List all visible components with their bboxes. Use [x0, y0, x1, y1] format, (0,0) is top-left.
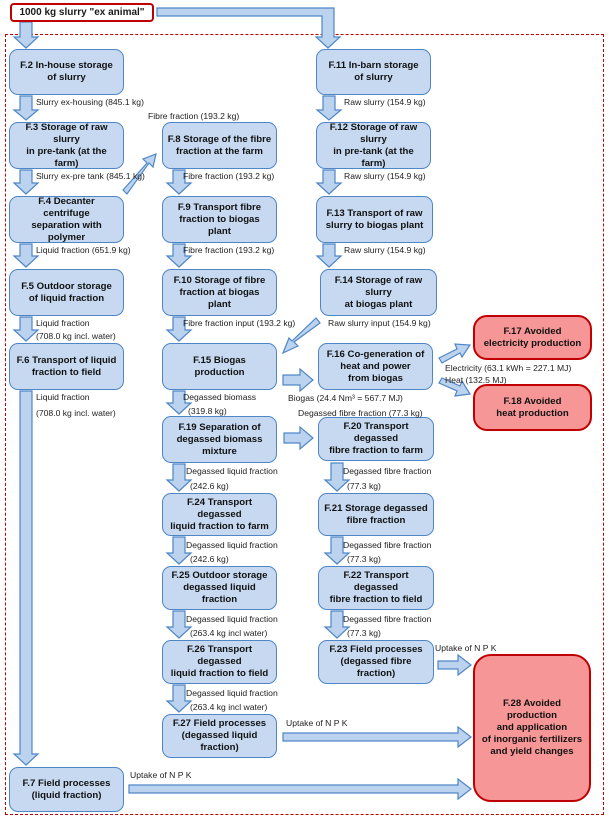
node-f20[interactable]: F.20 Transport degassed fibre fraction t… [318, 417, 434, 461]
flow-label: (319.8 kg) [188, 406, 227, 416]
flow-label: Degassed liquid fraction [186, 540, 278, 550]
arrow-f7-f28 [128, 777, 472, 801]
flow-label: Raw slurry (154.9 kg) [344, 97, 426, 107]
flow-label: Liquid fraction [36, 318, 90, 328]
node-f26[interactable]: F.26 Transport degassed liquid fraction … [162, 640, 277, 684]
flow-label: Uptake of N P K [435, 643, 497, 653]
arrow-f15-f16 [282, 367, 314, 393]
flow-label: Degassed fibre fraction [343, 540, 432, 550]
node-f15[interactable]: F.15 Biogas production [162, 343, 277, 390]
node-f25[interactable]: F.25 Outdoor storage degassed liquid fra… [162, 566, 277, 610]
node-f9[interactable]: F.9 Transport fibre fraction to biogas p… [162, 196, 277, 243]
flow-label: Fibre fraction (193.2 kg) [183, 245, 275, 255]
arrow-f13-f14 [315, 243, 343, 268]
flow-label: Fibre fraction (193.2 kg) [183, 171, 275, 181]
flow-label: Slurry ex-housing (845.1 kg) [36, 97, 144, 107]
node-f22[interactable]: F.22 Transport degassed fibre fraction t… [318, 566, 434, 610]
arrow-f2-f3 [12, 95, 40, 121]
node-f28[interactable]: F.28 Avoided production and application … [473, 654, 591, 802]
flow-label: (708.0 kg incl. water) [36, 408, 116, 418]
arrow-f3-f4 [12, 169, 40, 195]
flow-label: Raw slurry input (154.9 kg) [328, 318, 431, 328]
node-f14[interactable]: F.14 Storage of raw slurry at biogas pla… [320, 269, 437, 316]
node-f11[interactable]: F.11 In-barn storage of slurry [316, 49, 431, 95]
flow-label: (708.0 kg incl. water) [36, 331, 116, 341]
node-f24[interactable]: F.24 Transport degassed liquid fraction … [162, 493, 277, 536]
node-f17[interactable]: F.17 Avoided electricity production [473, 315, 592, 360]
node-f4[interactable]: F.4 Decanter centrifuge separation with … [9, 196, 124, 243]
node-f8[interactable]: F.8 Storage of the fibre fraction at the… [162, 122, 277, 169]
flow-label: (263.4 kg incl water) [190, 702, 268, 712]
node-f16[interactable]: F.16 Co-generation of heat and power fro… [318, 343, 433, 390]
arrow-f12-f13 [315, 169, 343, 195]
flow-label: Liquid fraction [36, 392, 90, 402]
arrow-f27-f28 [282, 725, 472, 749]
arrow-f6-f7 [12, 390, 40, 766]
flow-label: Raw slurry (154.9 kg) [344, 245, 426, 255]
flow-label: Degassed biomass [183, 392, 257, 402]
flow-label: Fibre fraction (193.2 kg) [148, 111, 240, 121]
node-f5[interactable]: F.5 Outdoor storage of liquid fraction [9, 269, 124, 316]
node-f21[interactable]: F.21 Storage degassed fibre fraction [318, 493, 434, 536]
node-f19[interactable]: F.19 Separation of degassed biomass mixt… [162, 416, 277, 463]
arrow-f16-f17 [438, 343, 472, 364]
node-f23[interactable]: F.23 Field processes (degassed fibre fra… [318, 640, 434, 684]
flow-label: (242.6 kg) [190, 554, 229, 564]
flow-label: (77.3 kg) [347, 628, 381, 638]
node-f7[interactable]: F.7 Field processes (liquid fraction) [9, 767, 124, 812]
arrow-start-f11 [156, 7, 342, 49]
node-f10[interactable]: F.10 Storage of fibre fraction at biogas… [162, 269, 277, 316]
node-f18[interactable]: F.18 Avoided heat production [473, 384, 592, 431]
input-slurry-box: 1000 kg slurry "ex animal" [10, 3, 154, 22]
arrow-start-f2 [12, 21, 40, 49]
flow-label: (242.6 kg) [190, 481, 229, 491]
flow-label: Uptake of N P K [286, 718, 348, 728]
flow-label: Fibre fraction input (193.2 kg) [183, 318, 296, 328]
arrow-f11-f12 [315, 95, 343, 121]
node-f2[interactable]: F.2 In-house storage of slurry [9, 49, 124, 95]
flow-label: Slurry ex-pre tank (845.1 kg) [36, 171, 145, 181]
node-f12[interactable]: F.12 Storage of raw slurry in pre-tank (… [316, 122, 431, 169]
flow-label: Raw slurry (154.9 kg) [344, 171, 426, 181]
flow-label: Degassed fibre fraction (77.3 kg) [298, 408, 423, 418]
arrow-f5-f6 [12, 316, 40, 342]
flow-label: Degassed fibre fraction [343, 466, 432, 476]
flow-label: Electricity (63.1 kWh = 227.1 MJ) [445, 363, 572, 373]
arrow-f19-f20 [283, 425, 314, 451]
flow-label: (263.4 kg incl water) [190, 628, 268, 638]
flow-label: Uptake of N P K [130, 770, 192, 780]
node-f13[interactable]: F.13 Transport of raw slurry to biogas p… [316, 196, 433, 243]
flow-label: (77.3 kg) [347, 554, 381, 564]
flow-label: Degassed liquid fraction [186, 688, 278, 698]
flow-label: Degassed fibre fraction [343, 614, 432, 624]
node-f6[interactable]: F.6 Transport of liquid fraction to fiel… [9, 343, 124, 390]
flow-label: Degassed liquid fraction [186, 614, 278, 624]
flow-label: Degassed liquid fraction [186, 466, 278, 476]
flow-label: Biogas (24.4 Nm³ = 567.7 MJ) [288, 393, 403, 403]
node-f27[interactable]: F.27 Field processes (degassed liquid fr… [162, 714, 277, 758]
flow-label: Liquid fraction (651.9 kg) [36, 245, 131, 255]
arrow-f4-f5 [12, 243, 40, 268]
node-f3[interactable]: F.3 Storage of raw slurry in pre-tank (a… [9, 122, 124, 169]
flow-label: (77.3 kg) [347, 481, 381, 491]
arrow-f23-f28 [437, 653, 472, 677]
flow-label: Heat (132.5 MJ) [445, 375, 507, 385]
